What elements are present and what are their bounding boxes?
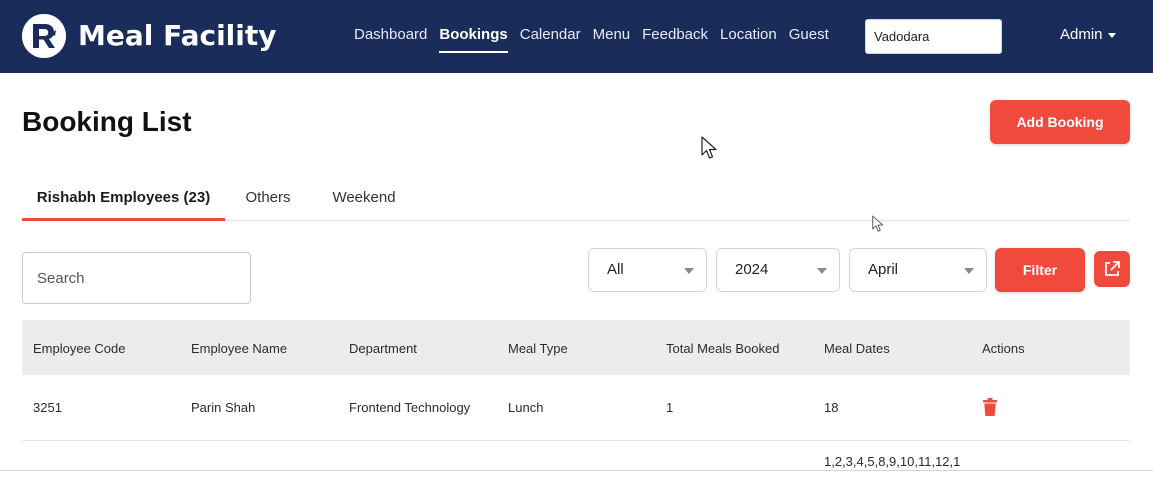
mouse-cursor-icon [701,136,719,160]
top-navbar: Meal Facility Dashboard Bookings Calenda… [0,0,1153,73]
year-select-value: 2024 [735,261,769,278]
page-title: Booking List [22,106,192,137]
admin-label: Admin [1060,26,1103,43]
type-select[interactable]: All [588,248,707,292]
add-booking-button[interactable]: Add Booking [990,100,1130,144]
cell-department: Frontend Technology [349,400,471,415]
mouse-cursor-icon [872,215,885,233]
export-button[interactable] [1094,251,1130,287]
cell-employee-code: 3251 [33,400,62,415]
column-header-meal-type[interactable]: Meal Type [508,320,568,377]
location-input[interactable] [865,19,1002,54]
cell-meal-dates: 18 [824,400,839,415]
viewport-bottom [0,471,1153,483]
chevron-down-icon [964,268,974,274]
bookings-table: Employee Code Employee Name Department M… [22,320,1130,469]
column-header-actions: Actions [982,341,1025,356]
chevron-down-icon [684,268,694,274]
nav-link-feedback[interactable]: Feedback [636,24,714,46]
brand-logo-icon[interactable] [22,14,66,58]
trash-icon[interactable] [983,398,997,416]
cell-employee-name: Parin Shah [191,400,256,415]
column-header-total-meals[interactable]: Total Meals Booked [666,320,779,377]
tab-bar: Rishabh Employees (23) Others Weekend [22,180,1130,221]
cell-meal-type: Lunch [508,400,544,415]
main-nav: Dashboard Bookings Calendar Menu Feedbac… [348,24,835,53]
nav-link-bookings[interactable]: Bookings [433,24,513,53]
nav-link-dashboard[interactable]: Dashboard [348,24,433,46]
month-select[interactable]: April [849,248,987,292]
chevron-down-icon [1107,32,1116,38]
table-header: Employee Code Employee Name Department M… [22,320,1130,375]
column-header-employee-name[interactable]: Employee Name [191,320,287,377]
nav-link-calendar[interactable]: Calendar [514,24,587,46]
search-input[interactable] [22,252,251,304]
type-select-value: All [607,261,624,278]
column-header-department[interactable]: Department [349,320,417,377]
nav-link-guest[interactable]: Guest [783,24,835,46]
external-link-icon [1102,259,1122,279]
tab-others[interactable]: Others [234,180,302,220]
brand-name[interactable]: Meal Facility [78,18,277,54]
cell-total-meals: 1 [666,400,674,415]
month-select-value: April [868,261,899,278]
column-header-employee-code[interactable]: Employee Code [33,320,126,377]
nav-link-menu[interactable]: Menu [587,24,637,46]
column-header-meal-dates[interactable]: Meal Dates [824,320,890,377]
filter-button[interactable]: Filter [995,248,1085,292]
cell-meal-dates: 1,2,3,4,5,8,9,10,11,12,1 [824,454,961,469]
tab-weekend[interactable]: Weekend [322,180,406,220]
nav-link-location[interactable]: Location [714,24,783,46]
admin-dropdown[interactable]: Admin [1060,24,1116,46]
year-select[interactable]: 2024 [716,248,840,292]
tab-rishabh-employees[interactable]: Rishabh Employees (23) [22,180,225,221]
chevron-down-icon [817,268,827,274]
table-row: 3251 Parin Shah Frontend Technology Lunc… [22,375,1130,441]
